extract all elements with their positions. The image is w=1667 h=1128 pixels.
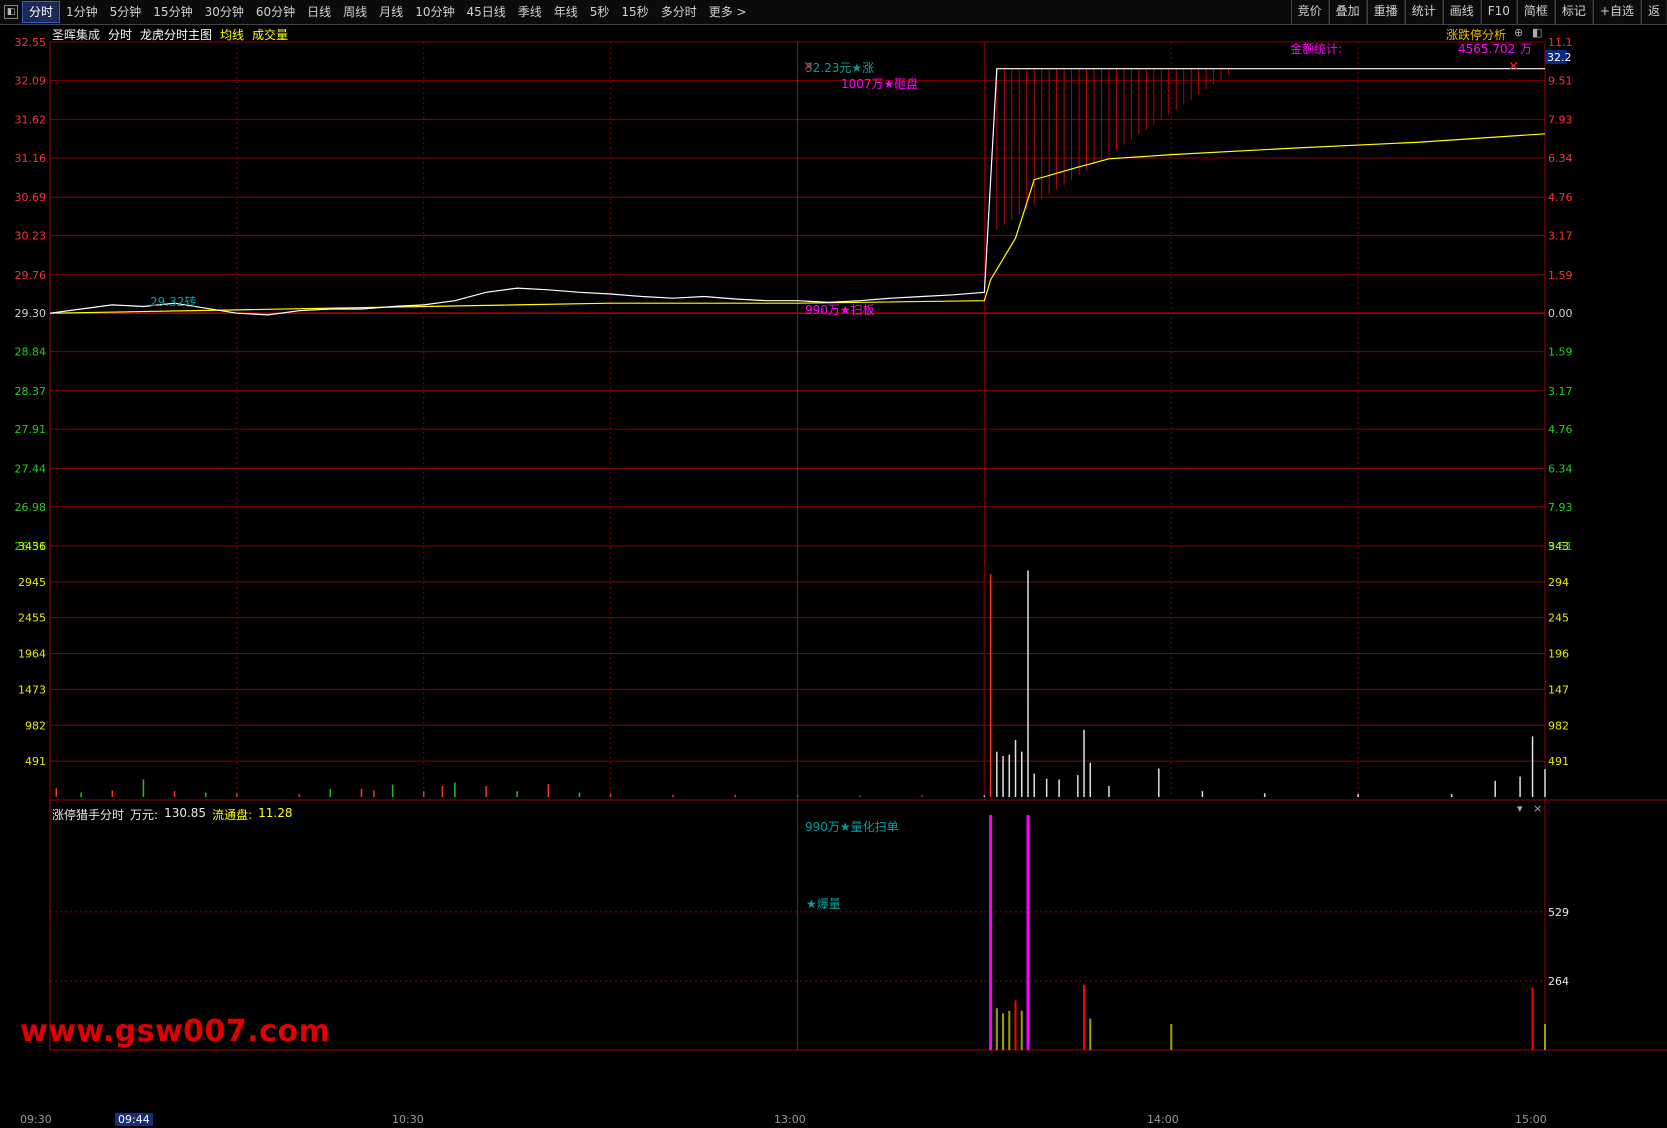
pct-tick-label: 11.1 — [1548, 36, 1573, 49]
indicator-top-label: 990万★量化扫单 — [805, 820, 899, 834]
price-tick-label: 29.76 — [15, 269, 47, 282]
indicator-mid-label: ★爆量 — [806, 897, 841, 911]
indicator-title-bar: 涨停猎手分时 万元: 130.85 流通盘: 11.28 — [52, 806, 292, 823]
time-label: 15:00 — [1515, 1113, 1547, 1126]
price-tick-label: 28.37 — [15, 385, 47, 398]
pct-tick-label: 6.34 — [1548, 462, 1573, 475]
watermark: www.gsw007.com — [20, 1014, 331, 1049]
indicator-tick-label: 529 — [1548, 906, 1569, 919]
pct-tick-label: 9.51 — [1548, 74, 1573, 87]
float-label: 流通盘: — [212, 808, 253, 822]
price-tick-label: 29.30 — [15, 307, 47, 320]
pct-tick-label: 6.34 — [1548, 152, 1573, 165]
pct-tick-label: 7.93 — [1548, 114, 1573, 127]
volume-tick-label-right: 982 — [1548, 719, 1569, 732]
sell-label: 1007万★砸盘 — [841, 76, 918, 91]
price-tick-label: 31.16 — [15, 152, 47, 165]
price-tick-label: 27.91 — [15, 423, 47, 436]
intraday-chart[interactable]: 32.55 11.1 32.09 9.51 31.62 7.93 31.16 6.34 30.6… — [0, 0, 1667, 1128]
volume-tick-label-right: 245 — [1548, 612, 1569, 625]
price-tick-label: 30.69 — [15, 191, 47, 204]
volume-tick-label-right: 343 — [1548, 540, 1569, 553]
price-tick-label: 28.84 — [15, 346, 47, 359]
unit-label: 万元: — [130, 808, 159, 822]
close-mark-icon: × — [1508, 59, 1519, 74]
pct-tick-label: 0.00 — [1548, 307, 1573, 320]
price-tick-label: 32.55 — [15, 36, 47, 49]
stat-value: 4565.702 — [1458, 42, 1515, 56]
price-turn-label: 29.32转 — [150, 294, 196, 309]
price-tick-label: 30.23 — [15, 230, 47, 243]
pct-tick-label: 4.76 — [1548, 191, 1573, 204]
price-tick-label: 26.98 — [15, 501, 47, 514]
stat-label: 金额统计: — [1290, 41, 1342, 56]
volume-tick-label: 1964 — [18, 648, 46, 661]
price-tick-label: 27.44 — [15, 462, 47, 475]
volume-tick-label: 3436 — [18, 540, 46, 553]
time-label: 14:00 — [1147, 1113, 1179, 1126]
stat-unit: 万 — [1520, 42, 1532, 56]
indicator-menu-icon[interactable]: ▾ — [1517, 802, 1523, 815]
time-label: 09:44 — [115, 1113, 153, 1126]
float-value: 11.28 — [258, 806, 293, 820]
pct-tick-label: 4.76 — [1548, 423, 1573, 436]
price-tick-label: 32.09 — [15, 74, 47, 87]
buy-label: 990万★扫板 — [805, 303, 875, 317]
current-price-label: 32.2 — [1547, 51, 1572, 64]
pct-tick-label: 7.93 — [1548, 501, 1573, 514]
volume-tick-label-right: 491 — [1548, 755, 1569, 768]
pct-tick-label: 3.17 — [1548, 385, 1573, 398]
pct-tick-label: 1.59 — [1548, 346, 1573, 359]
volume-tick-label: 1473 — [18, 683, 46, 696]
pct-tick-label: 1.59 — [1548, 269, 1573, 282]
indicator-title: 涨停猎手分时 — [52, 808, 125, 822]
unit-value: 130.85 — [164, 806, 207, 820]
volume-tick-label: 491 — [25, 755, 46, 768]
price-tick-label: 31.62 — [15, 114, 47, 127]
volume-tick-label: 2945 — [18, 576, 46, 589]
pct-tick-label: 3.17 — [1548, 230, 1573, 243]
volume-tick-label: 982 — [25, 719, 46, 732]
time-label: 10:30 — [392, 1113, 424, 1126]
limit-up-label: 32.23元★涨 — [805, 60, 874, 75]
volume-tick-label-right: 147 — [1548, 683, 1569, 696]
volume-tick-label-right: 294 — [1548, 576, 1569, 589]
volume-tick-label-right: 196 — [1548, 648, 1569, 661]
time-label: 09:30 — [20, 1113, 52, 1126]
volume-tick-label: 2455 — [18, 612, 46, 625]
open-mark-icon: × — [803, 59, 814, 74]
indicator-tick-label: 264 — [1548, 975, 1569, 988]
indicator-close-icon[interactable]: × — [1533, 802, 1542, 815]
time-label: 13:00 — [774, 1113, 806, 1126]
